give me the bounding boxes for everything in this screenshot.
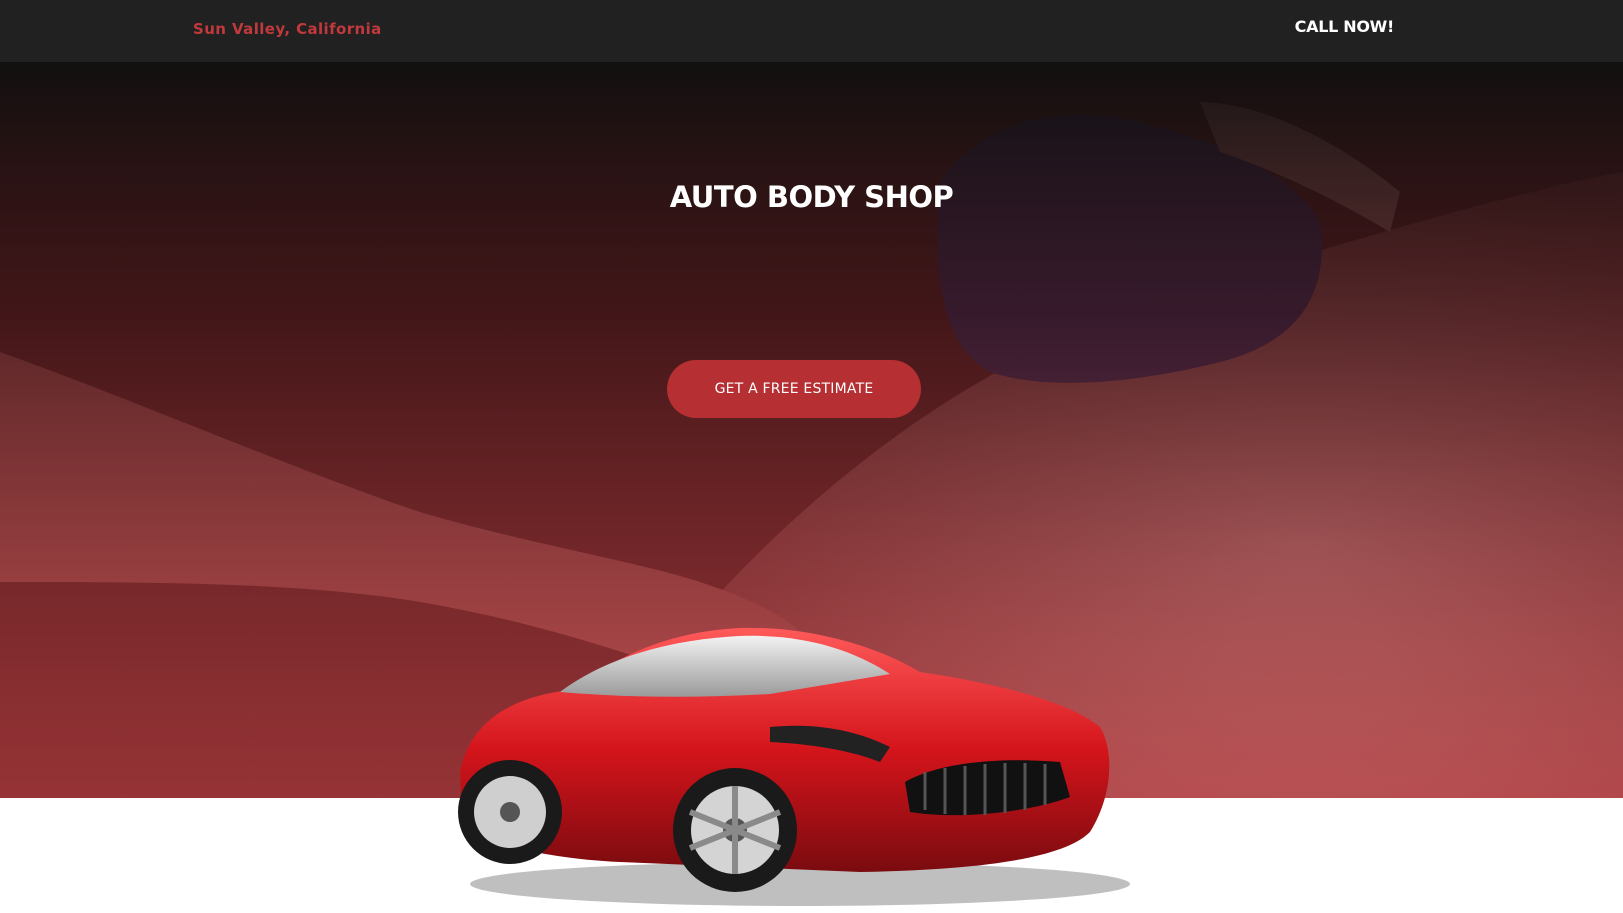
hero-title: AUTO BODY SHOP (669, 180, 954, 214)
top-bar: Sun Valley, California CALL NOW! (0, 0, 1623, 62)
free-estimate-button[interactable]: GET A FREE ESTIMATE (667, 360, 921, 418)
red-sports-car-image (458, 627, 1130, 906)
call-now-link[interactable]: CALL NOW! (1295, 17, 1395, 36)
location-text: Sun Valley, California (193, 20, 382, 38)
